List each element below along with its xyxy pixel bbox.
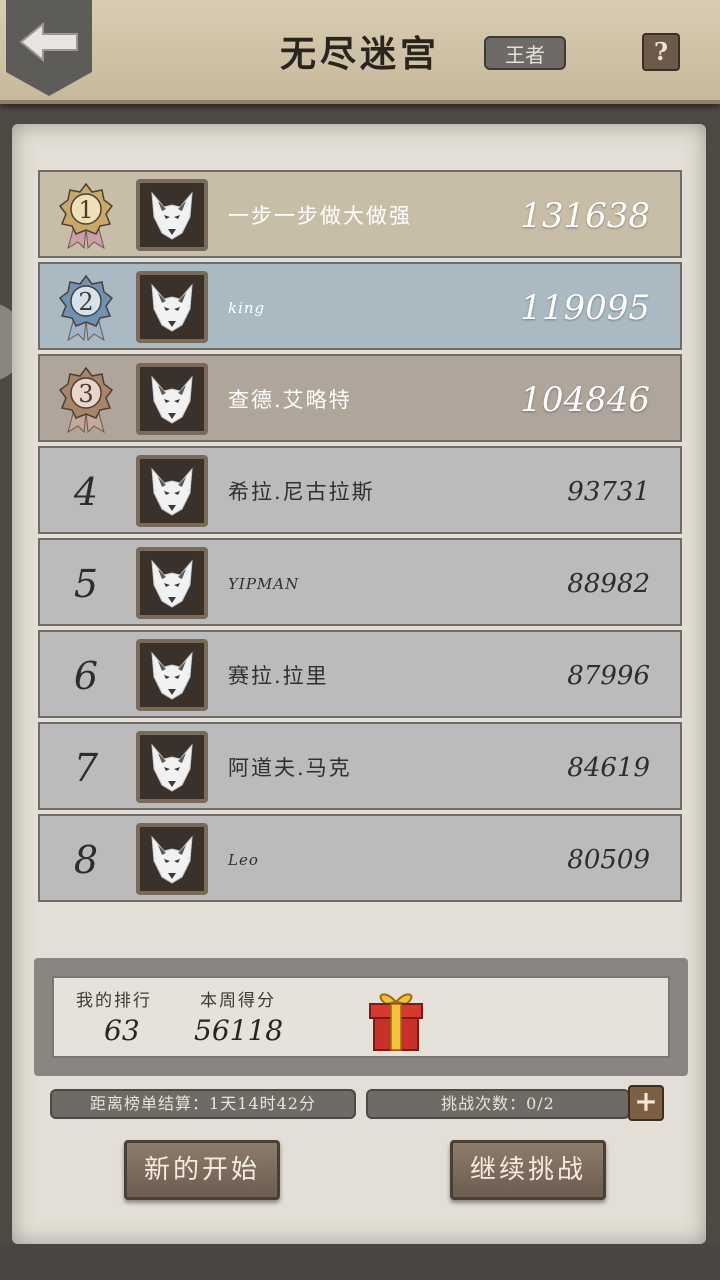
my-rank-value: 63 bbox=[104, 1014, 140, 1047]
player-name: 赛拉.拉里 bbox=[228, 664, 329, 688]
leaderboard-row[interactable]: 1 一步一步做大做强 131638 bbox=[38, 170, 682, 258]
wolf-avatar-icon bbox=[151, 651, 193, 700]
leaderboard-row[interactable]: 4 希拉.尼古拉斯 93731 bbox=[38, 446, 682, 534]
rank-number: 5 bbox=[73, 562, 99, 606]
player-score: 87996 bbox=[567, 661, 650, 691]
my-stats-inner: 我的排行 63 本周得分 56118 bbox=[52, 976, 670, 1058]
rank-number: 6 bbox=[73, 654, 99, 698]
medal-rank-number: 3 bbox=[78, 380, 93, 408]
back-button[interactable] bbox=[6, 0, 92, 96]
wolf-avatar-icon bbox=[151, 467, 193, 516]
medal-rank-number: 2 bbox=[78, 288, 93, 316]
wolf-avatar-icon bbox=[151, 835, 193, 884]
rank-medal-icon: 3 bbox=[58, 366, 114, 434]
page-title: 无尽迷宫 bbox=[279, 33, 440, 75]
player-avatar[interactable] bbox=[136, 455, 208, 527]
player-avatar[interactable] bbox=[136, 363, 208, 435]
wolf-avatar-icon bbox=[151, 375, 193, 424]
back-arrow-icon bbox=[19, 21, 78, 63]
rank-number: 4 bbox=[73, 470, 99, 514]
player-avatar[interactable] bbox=[136, 179, 208, 251]
weekly-score-value: 56118 bbox=[194, 1014, 284, 1047]
player-score: 93731 bbox=[567, 477, 650, 507]
player-score: 119095 bbox=[520, 288, 650, 328]
wolf-avatar-icon bbox=[151, 191, 193, 240]
player-avatar[interactable] bbox=[136, 271, 208, 343]
help-button[interactable]: ? bbox=[642, 33, 680, 71]
wolf-avatar-icon bbox=[151, 743, 193, 792]
rank-number: 8 bbox=[73, 838, 99, 882]
player-score: 131638 bbox=[520, 196, 650, 236]
player-name: king bbox=[228, 299, 266, 317]
top-bar: 无尽迷宫 王者 ? bbox=[0, 0, 720, 104]
challenge-count-display: 挑战次数：0/2 bbox=[366, 1089, 630, 1119]
rank-number: 7 bbox=[73, 746, 99, 790]
continue-challenge-button[interactable]: 继续挑战 bbox=[450, 1140, 606, 1200]
add-challenge-button[interactable]: + bbox=[628, 1085, 664, 1121]
rank-medal-icon: 2 bbox=[58, 274, 114, 342]
gift-icon[interactable] bbox=[366, 988, 426, 1054]
player-name: 阿道夫.马克 bbox=[228, 756, 352, 780]
leaderboard-row[interactable]: 7 阿道夫.马克 84619 bbox=[38, 722, 682, 810]
wolf-avatar-icon bbox=[151, 283, 193, 332]
my-stats-box: 我的排行 63 本周得分 56118 bbox=[34, 958, 688, 1076]
player-score: 80509 bbox=[567, 845, 650, 875]
player-avatar[interactable] bbox=[136, 731, 208, 803]
my-rank-label: 我的排行 bbox=[76, 991, 152, 1011]
player-avatar[interactable] bbox=[136, 823, 208, 895]
league-badge: 王者 bbox=[484, 36, 566, 70]
player-name: 查德.艾略特 bbox=[228, 388, 352, 412]
leaderboard-row[interactable]: 3 查德.艾略特 104846 bbox=[38, 354, 682, 442]
wolf-avatar-icon bbox=[151, 559, 193, 608]
player-score: 88982 bbox=[567, 569, 650, 599]
leaderboard-row[interactable]: 8 Leo 80509 bbox=[38, 814, 682, 902]
leaderboard-row[interactable]: 2 king 119095 bbox=[38, 262, 682, 350]
bottom-strip bbox=[0, 1244, 720, 1280]
leaderboard-row[interactable]: 5 YIPMAN 88982 bbox=[38, 538, 682, 626]
medal-rank-number: 1 bbox=[78, 196, 93, 224]
player-name: Leo bbox=[228, 851, 259, 869]
countdown-display: 距离榜单结算：1天14时42分 bbox=[50, 1089, 356, 1119]
weekly-score-label: 本周得分 bbox=[200, 991, 276, 1011]
rank-medal-icon: 1 bbox=[58, 182, 114, 250]
player-avatar[interactable] bbox=[136, 639, 208, 711]
player-name: 一步一步做大做强 bbox=[228, 204, 412, 228]
new-start-button[interactable]: 新的开始 bbox=[124, 1140, 280, 1200]
player-name: YIPMAN bbox=[228, 575, 300, 593]
player-score: 104846 bbox=[520, 380, 650, 420]
player-avatar[interactable] bbox=[136, 547, 208, 619]
player-name: 希拉.尼古拉斯 bbox=[228, 480, 375, 504]
leaderboard-row[interactable]: 6 赛拉.拉里 87996 bbox=[38, 630, 682, 718]
leaderboard-list[interactable]: 1 一步一步做大做强 131638 2 king 119095 3 查德.艾略特 104846 4… bbox=[38, 170, 682, 934]
player-score: 84619 bbox=[567, 753, 650, 783]
